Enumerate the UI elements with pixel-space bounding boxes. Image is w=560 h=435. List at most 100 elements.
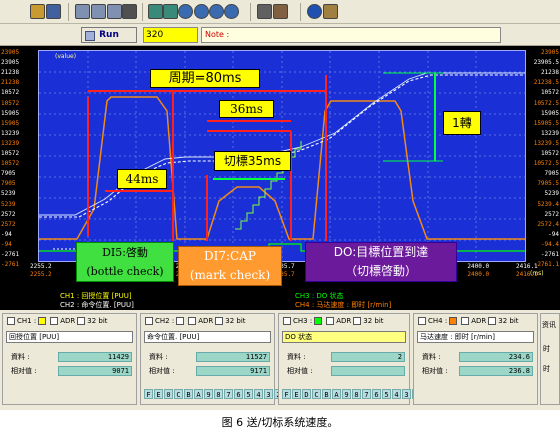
run-button[interactable]: Run (81, 27, 137, 43)
channel-header: CH4 : ADR 32 bit (416, 316, 519, 326)
nav-next-icon[interactable] (209, 4, 224, 19)
right-tick-label: 23905.5 (533, 59, 559, 67)
channel-color-swatch[interactable] (38, 317, 47, 325)
data-label: 資料 : (149, 353, 168, 361)
bit32-label: 32 bit (363, 317, 384, 325)
right-tick-label: -94.4 (540, 240, 559, 248)
open-icon[interactable] (30, 4, 45, 19)
x-tick-label: 2400.0 (467, 263, 490, 270)
unit-bottom-label: (ms) (530, 270, 544, 277)
bit-indicator: 6 (234, 389, 243, 399)
toolbar-separator (300, 3, 301, 21)
zoom-out-icon[interactable] (91, 4, 106, 19)
left-tick-label: 23905 (1, 49, 20, 56)
print-icon[interactable] (257, 4, 272, 19)
left-tick-label: 2572 (1, 210, 16, 218)
bit-indicator: 3 (402, 389, 411, 399)
bit32-checkbox[interactable] (353, 317, 362, 325)
note-field[interactable]: Note : (201, 27, 501, 43)
relative-label: 相对值 : (422, 367, 448, 375)
bit-indicator: B (184, 389, 193, 399)
figure-caption: 图 6 送/切标系统速度。 (221, 416, 339, 429)
nav-prev-icon[interactable] (194, 4, 209, 19)
bit-indicator: 6 (372, 389, 381, 399)
sample-count-field[interactable]: 320 (143, 27, 198, 43)
info-icon[interactable] (323, 4, 338, 19)
dropdown-icon[interactable] (122, 4, 137, 19)
bit-indicator: B (322, 389, 331, 399)
legend-ch4: CH4 : 马达速度 : 即时 [r/min] (295, 301, 392, 309)
bit32-checkbox[interactable] (488, 317, 497, 325)
channel-color-swatch[interactable] (176, 317, 185, 325)
channel-name: CH2 : (155, 317, 175, 325)
toolbar-separator (68, 3, 69, 21)
adr-checkbox[interactable] (326, 317, 335, 325)
adr-checkbox[interactable] (188, 317, 197, 325)
channel-name: CH4 : (428, 317, 448, 325)
bit32-checkbox[interactable] (77, 317, 86, 325)
scope-area: 23905 23905 21238 21238 10572 10572 15905 15905… (0, 46, 560, 310)
channel-header: CH1 : ADR 32 bit (5, 316, 108, 326)
bit-indicator: 5 (244, 389, 253, 399)
right-tick-label: 21238.5 (533, 79, 559, 87)
left-tick-label: 15905 (1, 119, 20, 127)
left-tick-label: 21238 (1, 79, 20, 87)
data-label: 資料 : (287, 353, 306, 361)
data-value: 234.6 (459, 352, 533, 362)
right-tick-label: 10572.5 (533, 160, 559, 168)
right-tick-label: 2572.4 (537, 220, 559, 228)
left-tick-label: 10572 (1, 89, 20, 97)
nav-last-icon[interactable] (224, 4, 239, 19)
channel-enable-checkbox[interactable] (145, 317, 153, 325)
left-tick-label: 5239 (1, 200, 16, 208)
channel-panel-ch4: CH4 : ADR 32 bit 马达速度 : 即时 [r/min] 資料 : 234.6… (413, 313, 538, 405)
channel-source-select[interactable]: 回授位置 [PUU] (6, 331, 133, 343)
save-icon[interactable] (46, 4, 61, 19)
adr-checkbox[interactable] (461, 317, 470, 325)
bit-indicator: 4 (392, 389, 401, 399)
channel-source-select[interactable]: 马达速度 : 即时 [r/min] (417, 331, 534, 343)
channel-panel-area: CH1 : ADR 32 bit 回授位置 [PUU] 資料 :11429 相对值 :90… (0, 310, 560, 410)
adr-checkbox[interactable] (50, 317, 59, 325)
fit-all-icon[interactable] (163, 4, 178, 19)
channel-source-select[interactable]: 命令位置. [PUU] (144, 331, 271, 343)
right-tick-label: 10572 (540, 89, 559, 97)
bit32-checkbox[interactable] (215, 317, 224, 325)
adr-label: ADR (336, 317, 352, 325)
left-tick-label: 21238 (1, 69, 20, 77)
fit-icon[interactable] (148, 4, 163, 19)
di5-annotation: DI5:啓動 (bottle check) (76, 242, 174, 282)
bit-indicator: D (302, 389, 311, 399)
nav-first-icon[interactable] (178, 4, 193, 19)
left-tick-label: 5239 (1, 190, 16, 198)
help-icon[interactable] (307, 4, 322, 19)
toolbar-separator (142, 3, 143, 21)
info-time-1: 时 (543, 345, 550, 353)
info-label: 资讯 (542, 321, 556, 329)
right-tick-label: 23905 (540, 49, 559, 56)
right-tick-label: 13239.5 (533, 139, 559, 147)
zoom-reset-icon[interactable] (107, 4, 122, 19)
bit-indicator: 7 (224, 389, 233, 399)
application-window: Run 320 Note : 23905 23905 21238 21238 10572… (0, 0, 560, 435)
channel-source-select[interactable]: DO 状态 (282, 331, 406, 343)
channel-enable-checkbox[interactable] (7, 317, 15, 325)
zoom-in-icon[interactable] (75, 4, 90, 19)
left-tick-label: 2572 (1, 220, 16, 228)
bit-indicator: 8 (352, 389, 361, 399)
right-tick-label: -2761 (540, 251, 559, 258)
time-36ms-label: 36ms (219, 100, 274, 118)
right-tick-label: 15905.5 (533, 119, 559, 127)
settings-icon[interactable] (273, 4, 288, 19)
bit-indicator: E (292, 389, 301, 399)
channel-enable-checkbox[interactable] (418, 317, 426, 325)
channel-color-swatch[interactable] (449, 317, 458, 325)
bit-indicator: 9 (204, 389, 213, 399)
relative-value: 9171 (196, 366, 270, 376)
right-tick-label: 10572.5 (533, 99, 559, 107)
adr-label: ADR (471, 317, 487, 325)
right-tick-label: 2572 (544, 210, 559, 218)
channel-enable-checkbox[interactable] (283, 317, 291, 325)
channel-color-swatch[interactable] (314, 317, 323, 325)
do-annotation: DO:目標位置到達 （切標啓動） (305, 242, 457, 282)
